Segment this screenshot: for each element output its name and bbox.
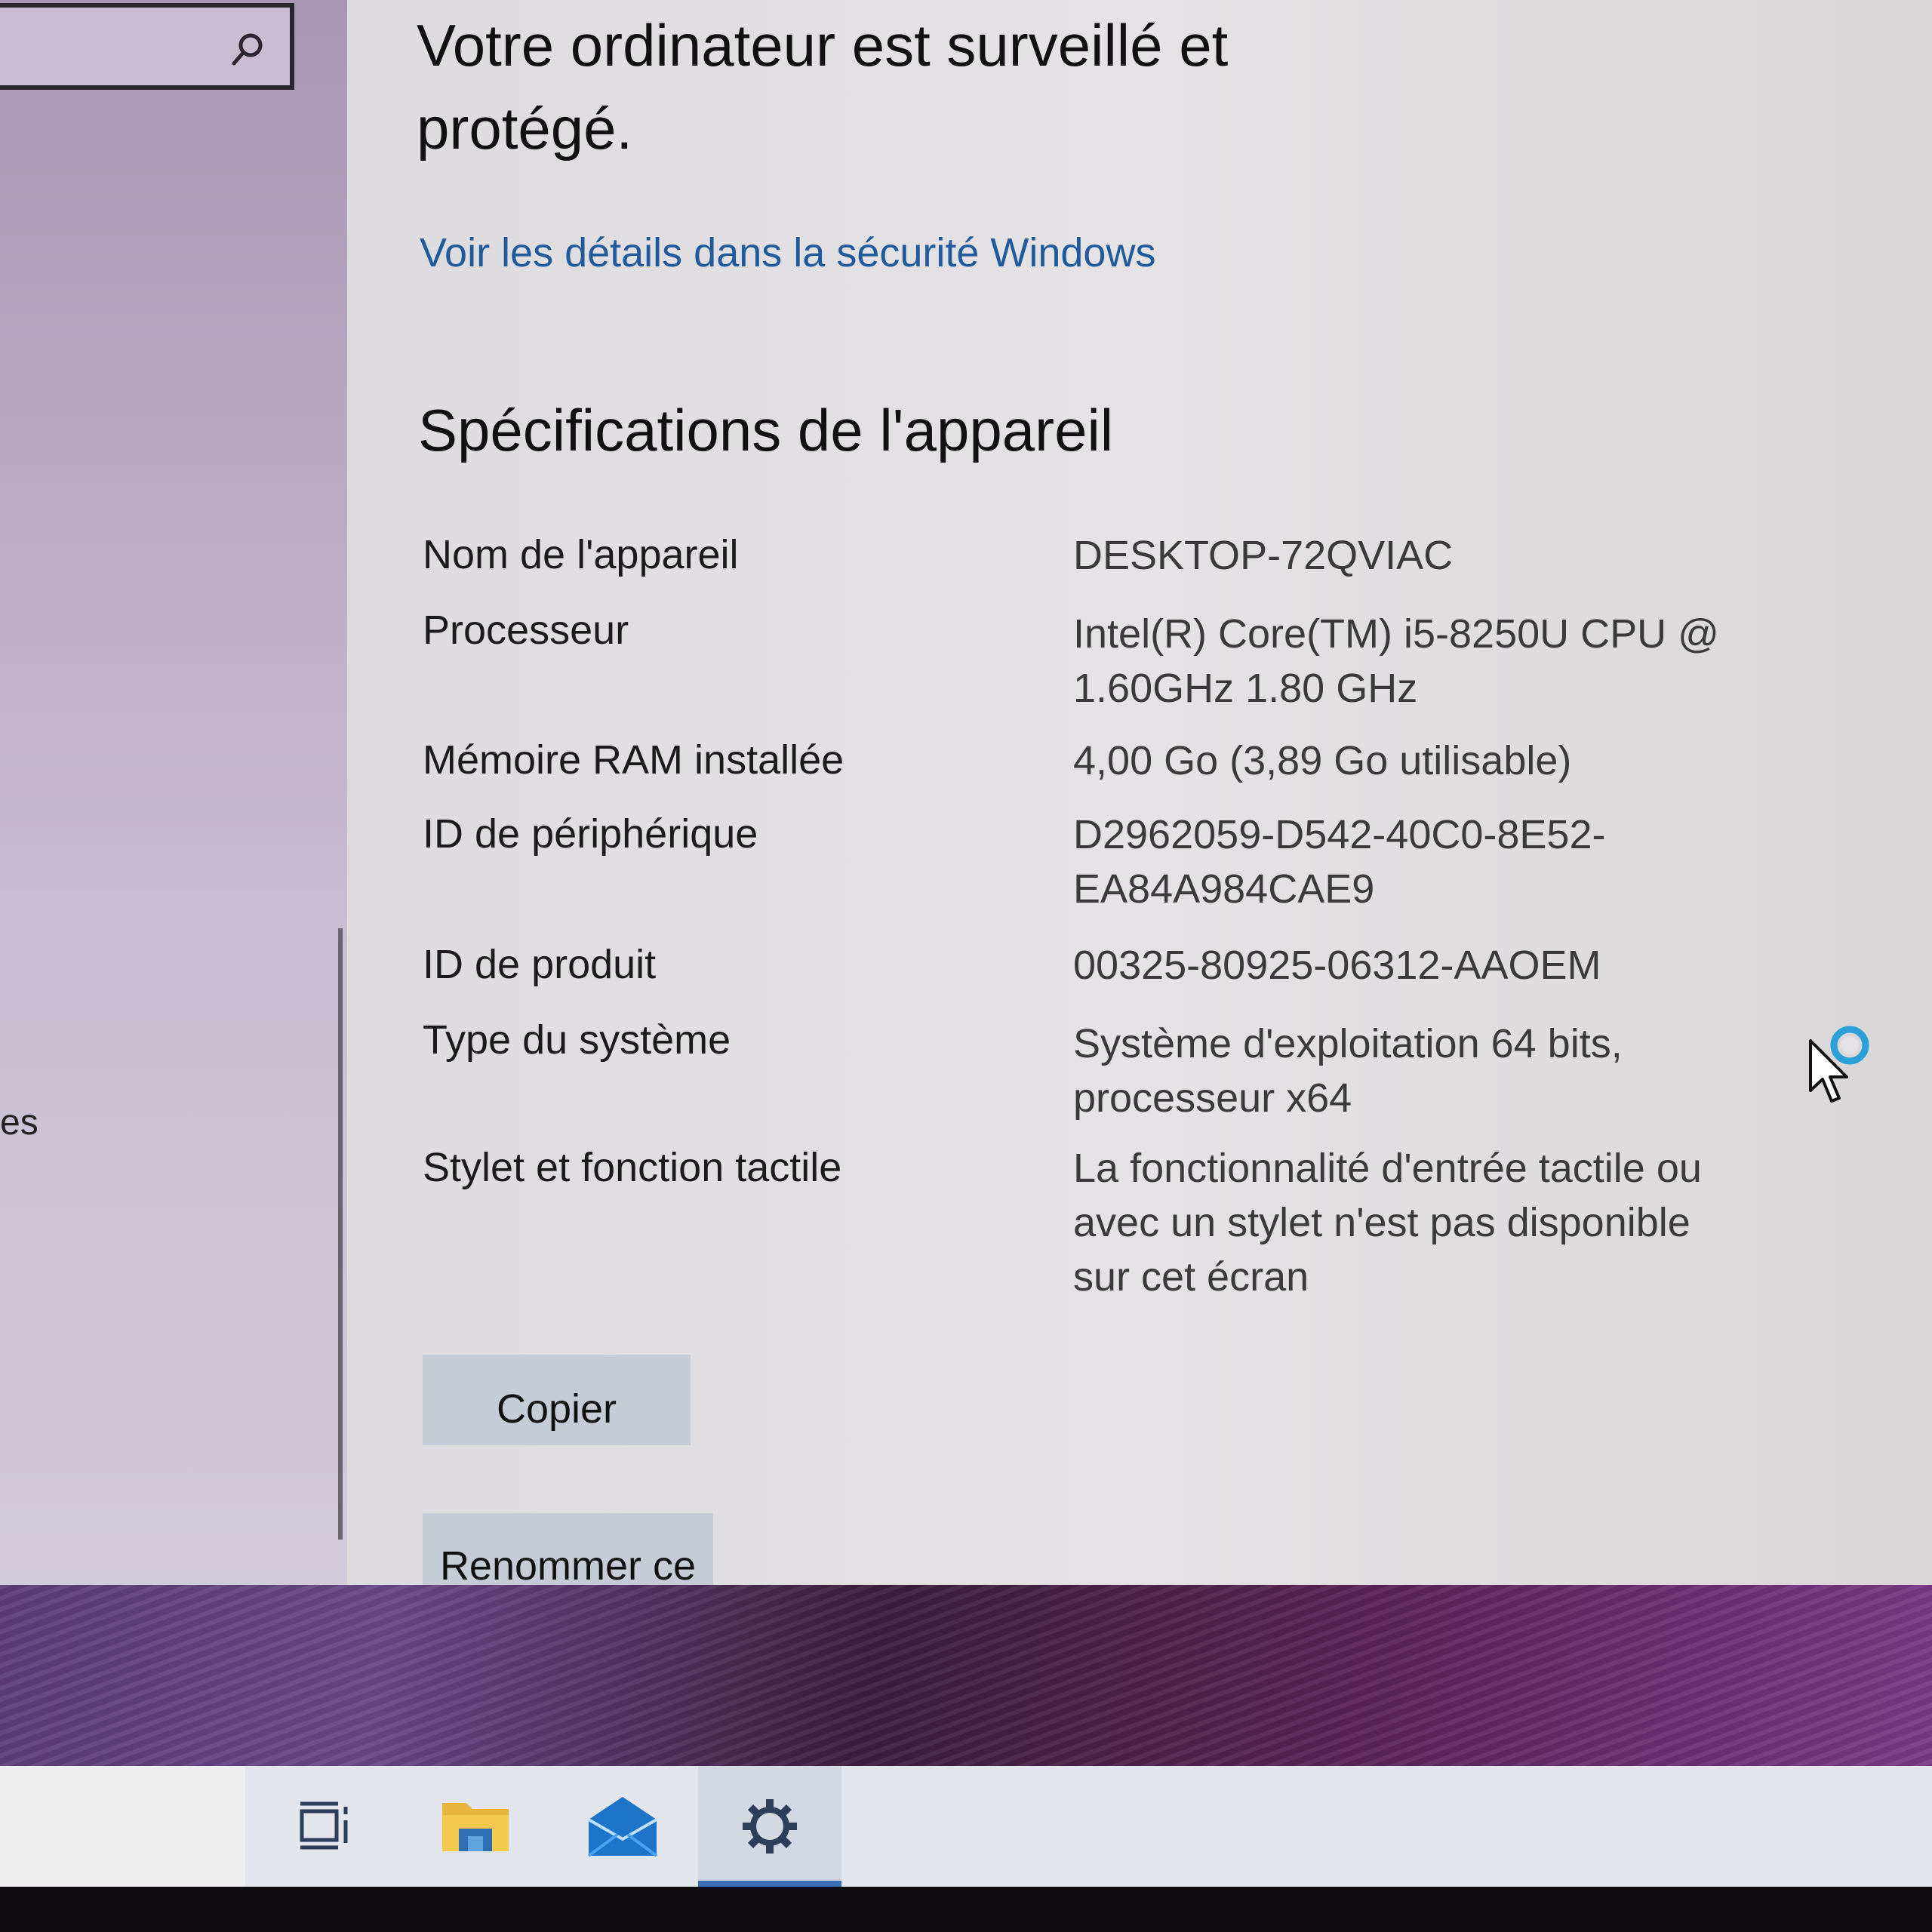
copy-button[interactable]: Copier <box>423 1355 691 1445</box>
settings-button[interactable] <box>698 1766 841 1887</box>
settings-icon <box>743 1799 797 1854</box>
rename-pc-button[interactable]: Renommer ce PC <box>423 1513 713 1585</box>
spec-label: Mémoire RAM installée <box>423 737 844 783</box>
spec-value-line: processeur x64 <box>1073 1075 1352 1121</box>
search-icon <box>232 33 263 66</box>
settings-nav-pane: es <box>0 0 347 1585</box>
spec-value-line: D2962059-D542-40C0-8E52- <box>1073 812 1606 857</box>
device-specs-heading: Spécifications de l'appareil <box>418 397 1114 463</box>
about-page-content: Votre ordinateur est surveillé et protég… <box>347 0 1932 1585</box>
mouse-pointer-icon <box>1809 1039 1848 1103</box>
spec-value-line: Système d'exploitation 64 bits, <box>1073 1021 1623 1066</box>
spec-value-line: EA84A984CAE9 <box>1073 866 1375 912</box>
file-explorer-icon <box>442 1803 509 1851</box>
spec-value-line: Intel(R) Core(TM) i5-8250U CPU @ <box>1073 611 1719 657</box>
search-input[interactable] <box>0 3 294 90</box>
mail-icon <box>587 1797 658 1857</box>
desktop-wallpaper <box>0 1585 1932 1766</box>
spec-value: DESKTOP-72QVIAC <box>1073 528 1737 583</box>
spec-value-line: 4,00 Go (3,89 Go utilisable) <box>1073 738 1572 783</box>
spec-value: Intel(R) Core(TM) i5-8250U CPU @ 1.60GHz… <box>1073 607 1737 715</box>
spec-value: Système d'exploitation 64 bits, processe… <box>1073 1017 1737 1125</box>
task-view-button[interactable] <box>253 1766 396 1887</box>
taskbar-search-area[interactable] <box>0 1766 245 1887</box>
spec-value-line: 00325-80925-06312-AAOEM <box>1073 943 1601 988</box>
spec-label: Type du système <box>423 1017 731 1063</box>
protection-status-line2: protégé. <box>417 95 633 162</box>
spec-value-line: sur cet écran <box>1073 1254 1309 1300</box>
monitor-bezel <box>0 1887 1932 1932</box>
security-details-link[interactable]: Voir les détails dans la sécurité Window… <box>420 226 1155 279</box>
mail-button[interactable] <box>551 1766 694 1887</box>
active-app-indicator <box>698 1881 841 1887</box>
spec-value-line: avec un stylet n'est pas disponible <box>1073 1200 1690 1245</box>
spec-value: 00325-80925-06312-AAOEM <box>1073 938 1737 992</box>
spec-value: D2962059-D542-40C0-8E52- EA84A984CAE9 <box>1073 808 1737 916</box>
spec-label: Nom de l'appareil <box>423 532 739 577</box>
spec-label: ID de périphérique <box>423 811 758 857</box>
protection-status-line1: Votre ordinateur est surveillé et <box>417 12 1229 78</box>
file-explorer-button[interactable] <box>404 1766 547 1887</box>
spec-value-line: DESKTOP-72QVIAC <box>1073 533 1454 578</box>
task-view-icon <box>300 1801 348 1850</box>
spec-label: ID de produit <box>423 942 657 987</box>
spec-label: Stylet et fonction tactile <box>423 1145 842 1190</box>
spec-value-line: 1.60GHz 1.80 GHz <box>1073 666 1418 711</box>
spec-value: 4,00 Go (3,89 Go utilisable) <box>1073 734 1737 788</box>
nav-scrollbar[interactable] <box>338 928 343 1540</box>
nav-item-partial-label[interactable]: es <box>0 1100 38 1146</box>
spec-value: La fonctionnalité d'entrée tactile ou av… <box>1073 1141 1737 1304</box>
spec-value-line: La fonctionnalité d'entrée tactile ou <box>1073 1146 1702 1191</box>
taskbar <box>0 1766 1932 1887</box>
spec-label: Processeur <box>423 608 629 653</box>
